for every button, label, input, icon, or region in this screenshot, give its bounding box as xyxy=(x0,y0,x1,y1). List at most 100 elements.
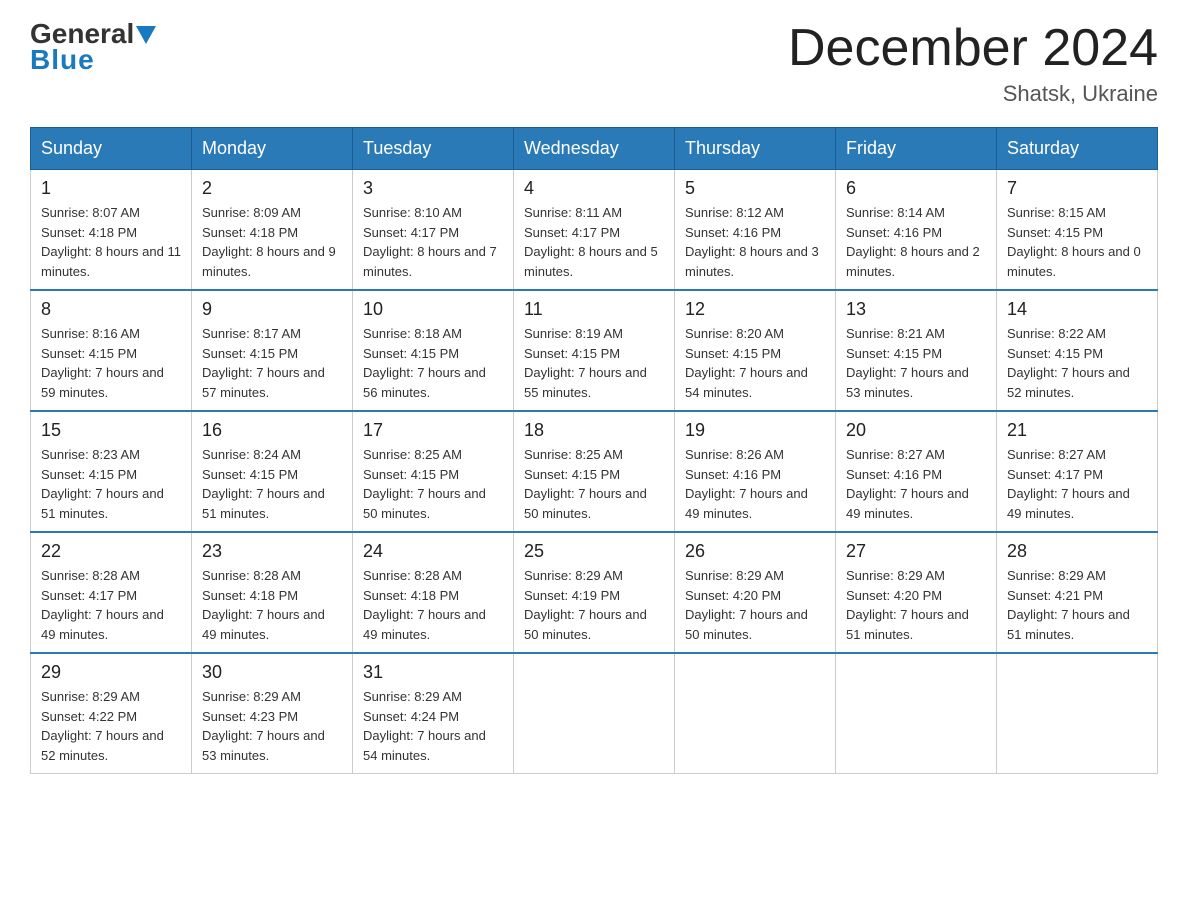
calendar-cell: 21 Sunrise: 8:27 AM Sunset: 4:17 PM Dayl… xyxy=(997,411,1158,532)
calendar-cell: 20 Sunrise: 8:27 AM Sunset: 4:16 PM Dayl… xyxy=(836,411,997,532)
calendar-cell: 15 Sunrise: 8:23 AM Sunset: 4:15 PM Dayl… xyxy=(31,411,192,532)
day-number: 23 xyxy=(202,541,342,562)
calendar-cell: 12 Sunrise: 8:20 AM Sunset: 4:15 PM Dayl… xyxy=(675,290,836,411)
day-number: 8 xyxy=(41,299,181,320)
calendar-cell: 27 Sunrise: 8:29 AM Sunset: 4:20 PM Dayl… xyxy=(836,532,997,653)
day-info: Sunrise: 8:09 AM Sunset: 4:18 PM Dayligh… xyxy=(202,203,342,281)
calendar-cell: 2 Sunrise: 8:09 AM Sunset: 4:18 PM Dayli… xyxy=(192,170,353,291)
day-number: 5 xyxy=(685,178,825,199)
day-info: Sunrise: 8:16 AM Sunset: 4:15 PM Dayligh… xyxy=(41,324,181,402)
day-info: Sunrise: 8:25 AM Sunset: 4:15 PM Dayligh… xyxy=(363,445,503,523)
calendar-cell xyxy=(997,653,1158,774)
day-number: 28 xyxy=(1007,541,1147,562)
calendar-week-row-5: 29 Sunrise: 8:29 AM Sunset: 4:22 PM Dayl… xyxy=(31,653,1158,774)
day-info: Sunrise: 8:29 AM Sunset: 4:20 PM Dayligh… xyxy=(685,566,825,644)
day-info: Sunrise: 8:29 AM Sunset: 4:24 PM Dayligh… xyxy=(363,687,503,765)
day-number: 16 xyxy=(202,420,342,441)
calendar-cell: 26 Sunrise: 8:29 AM Sunset: 4:20 PM Dayl… xyxy=(675,532,836,653)
day-number: 31 xyxy=(363,662,503,683)
page-header: General Blue December 2024 Shatsk, Ukrai… xyxy=(30,20,1158,107)
weekday-header-tuesday: Tuesday xyxy=(353,128,514,170)
calendar-cell: 17 Sunrise: 8:25 AM Sunset: 4:15 PM Dayl… xyxy=(353,411,514,532)
calendar-cell: 14 Sunrise: 8:22 AM Sunset: 4:15 PM Dayl… xyxy=(997,290,1158,411)
weekday-header-row: SundayMondayTuesdayWednesdayThursdayFrid… xyxy=(31,128,1158,170)
day-info: Sunrise: 8:07 AM Sunset: 4:18 PM Dayligh… xyxy=(41,203,181,281)
location: Shatsk, Ukraine xyxy=(788,81,1158,107)
day-info: Sunrise: 8:27 AM Sunset: 4:16 PM Dayligh… xyxy=(846,445,986,523)
calendar-table: SundayMondayTuesdayWednesdayThursdayFrid… xyxy=(30,127,1158,774)
day-number: 20 xyxy=(846,420,986,441)
logo-triangle-icon xyxy=(136,26,156,44)
day-number: 25 xyxy=(524,541,664,562)
day-info: Sunrise: 8:21 AM Sunset: 4:15 PM Dayligh… xyxy=(846,324,986,402)
day-number: 15 xyxy=(41,420,181,441)
day-info: Sunrise: 8:29 AM Sunset: 4:23 PM Dayligh… xyxy=(202,687,342,765)
day-info: Sunrise: 8:15 AM Sunset: 4:15 PM Dayligh… xyxy=(1007,203,1147,281)
day-info: Sunrise: 8:18 AM Sunset: 4:15 PM Dayligh… xyxy=(363,324,503,402)
day-info: Sunrise: 8:22 AM Sunset: 4:15 PM Dayligh… xyxy=(1007,324,1147,402)
day-info: Sunrise: 8:28 AM Sunset: 4:17 PM Dayligh… xyxy=(41,566,181,644)
day-info: Sunrise: 8:29 AM Sunset: 4:20 PM Dayligh… xyxy=(846,566,986,644)
day-number: 26 xyxy=(685,541,825,562)
day-info: Sunrise: 8:14 AM Sunset: 4:16 PM Dayligh… xyxy=(846,203,986,281)
day-info: Sunrise: 8:29 AM Sunset: 4:19 PM Dayligh… xyxy=(524,566,664,644)
day-info: Sunrise: 8:12 AM Sunset: 4:16 PM Dayligh… xyxy=(685,203,825,281)
day-number: 21 xyxy=(1007,420,1147,441)
day-info: Sunrise: 8:23 AM Sunset: 4:15 PM Dayligh… xyxy=(41,445,181,523)
weekday-header-saturday: Saturday xyxy=(997,128,1158,170)
calendar-week-row-1: 1 Sunrise: 8:07 AM Sunset: 4:18 PM Dayli… xyxy=(31,170,1158,291)
day-number: 14 xyxy=(1007,299,1147,320)
day-number: 1 xyxy=(41,178,181,199)
calendar-cell: 7 Sunrise: 8:15 AM Sunset: 4:15 PM Dayli… xyxy=(997,170,1158,291)
weekday-header-thursday: Thursday xyxy=(675,128,836,170)
day-number: 7 xyxy=(1007,178,1147,199)
day-number: 24 xyxy=(363,541,503,562)
day-number: 17 xyxy=(363,420,503,441)
month-title: December 2024 xyxy=(788,20,1158,77)
calendar-cell: 4 Sunrise: 8:11 AM Sunset: 4:17 PM Dayli… xyxy=(514,170,675,291)
calendar-cell: 28 Sunrise: 8:29 AM Sunset: 4:21 PM Dayl… xyxy=(997,532,1158,653)
day-number: 22 xyxy=(41,541,181,562)
day-number: 4 xyxy=(524,178,664,199)
day-info: Sunrise: 8:17 AM Sunset: 4:15 PM Dayligh… xyxy=(202,324,342,402)
day-number: 30 xyxy=(202,662,342,683)
day-number: 12 xyxy=(685,299,825,320)
day-number: 6 xyxy=(846,178,986,199)
weekday-header-friday: Friday xyxy=(836,128,997,170)
calendar-cell: 3 Sunrise: 8:10 AM Sunset: 4:17 PM Dayli… xyxy=(353,170,514,291)
calendar-cell: 25 Sunrise: 8:29 AM Sunset: 4:19 PM Dayl… xyxy=(514,532,675,653)
day-info: Sunrise: 8:29 AM Sunset: 4:21 PM Dayligh… xyxy=(1007,566,1147,644)
day-number: 18 xyxy=(524,420,664,441)
calendar-cell: 11 Sunrise: 8:19 AM Sunset: 4:15 PM Dayl… xyxy=(514,290,675,411)
day-number: 3 xyxy=(363,178,503,199)
calendar-cell xyxy=(514,653,675,774)
calendar-cell xyxy=(675,653,836,774)
calendar-cell: 5 Sunrise: 8:12 AM Sunset: 4:16 PM Dayli… xyxy=(675,170,836,291)
calendar-cell: 8 Sunrise: 8:16 AM Sunset: 4:15 PM Dayli… xyxy=(31,290,192,411)
calendar-cell: 18 Sunrise: 8:25 AM Sunset: 4:15 PM Dayl… xyxy=(514,411,675,532)
calendar-cell: 13 Sunrise: 8:21 AM Sunset: 4:15 PM Dayl… xyxy=(836,290,997,411)
title-block: December 2024 Shatsk, Ukraine xyxy=(788,20,1158,107)
day-info: Sunrise: 8:28 AM Sunset: 4:18 PM Dayligh… xyxy=(202,566,342,644)
calendar-cell: 9 Sunrise: 8:17 AM Sunset: 4:15 PM Dayli… xyxy=(192,290,353,411)
day-info: Sunrise: 8:26 AM Sunset: 4:16 PM Dayligh… xyxy=(685,445,825,523)
weekday-header-wednesday: Wednesday xyxy=(514,128,675,170)
weekday-header-sunday: Sunday xyxy=(31,128,192,170)
calendar-cell: 31 Sunrise: 8:29 AM Sunset: 4:24 PM Dayl… xyxy=(353,653,514,774)
calendar-cell: 23 Sunrise: 8:28 AM Sunset: 4:18 PM Dayl… xyxy=(192,532,353,653)
day-info: Sunrise: 8:20 AM Sunset: 4:15 PM Dayligh… xyxy=(685,324,825,402)
logo: General Blue xyxy=(30,20,156,76)
day-number: 2 xyxy=(202,178,342,199)
calendar-cell: 22 Sunrise: 8:28 AM Sunset: 4:17 PM Dayl… xyxy=(31,532,192,653)
day-info: Sunrise: 8:19 AM Sunset: 4:15 PM Dayligh… xyxy=(524,324,664,402)
calendar-cell: 10 Sunrise: 8:18 AM Sunset: 4:15 PM Dayl… xyxy=(353,290,514,411)
calendar-cell: 30 Sunrise: 8:29 AM Sunset: 4:23 PM Dayl… xyxy=(192,653,353,774)
calendar-cell: 29 Sunrise: 8:29 AM Sunset: 4:22 PM Dayl… xyxy=(31,653,192,774)
calendar-week-row-4: 22 Sunrise: 8:28 AM Sunset: 4:17 PM Dayl… xyxy=(31,532,1158,653)
day-info: Sunrise: 8:28 AM Sunset: 4:18 PM Dayligh… xyxy=(363,566,503,644)
day-info: Sunrise: 8:29 AM Sunset: 4:22 PM Dayligh… xyxy=(41,687,181,765)
day-info: Sunrise: 8:27 AM Sunset: 4:17 PM Dayligh… xyxy=(1007,445,1147,523)
day-number: 10 xyxy=(363,299,503,320)
day-info: Sunrise: 8:11 AM Sunset: 4:17 PM Dayligh… xyxy=(524,203,664,281)
calendar-cell xyxy=(836,653,997,774)
